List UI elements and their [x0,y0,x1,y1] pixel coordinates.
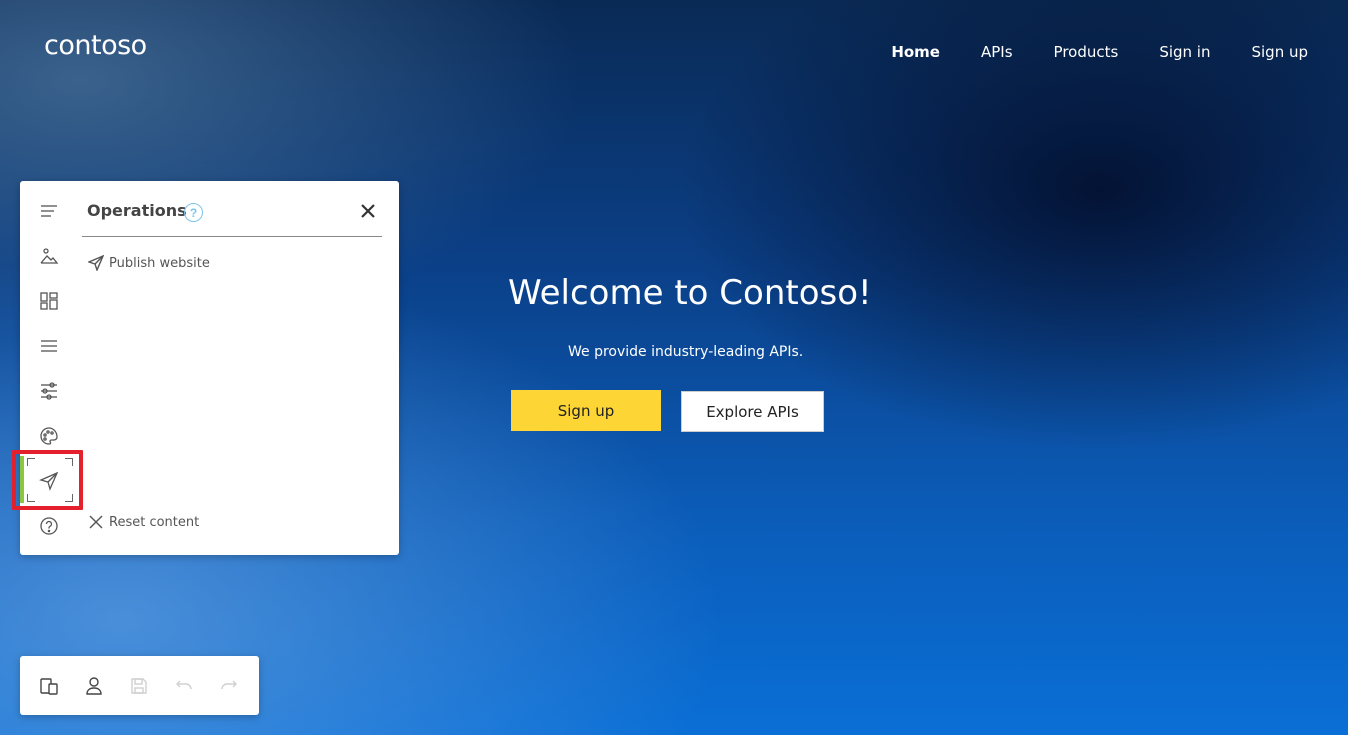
site-logo[interactable]: contoso [44,30,147,61]
publish-website-item[interactable]: Publish website [88,255,210,271]
image-icon[interactable] [39,246,59,266]
devices-icon[interactable] [39,676,59,696]
hero-title: Welcome to Contoso! [508,273,872,313]
save-icon[interactable] [129,676,149,696]
layout-icon[interactable] [39,291,59,311]
menu-icon[interactable] [39,336,59,356]
nav-sign-up[interactable]: Sign up [1251,43,1308,61]
explore-apis-button[interactable]: Explore APIs [681,391,824,432]
reset-content-item[interactable]: Reset content [88,514,199,530]
nav-apis[interactable]: APIs [981,43,1013,61]
panel-title: Operations [87,201,187,220]
bottom-toolbar [20,656,259,715]
panel-help-icon[interactable]: ? [184,203,203,222]
nav-sign-in[interactable]: Sign in [1159,43,1210,61]
close-panel-icon[interactable] [360,203,376,219]
sign-up-button[interactable]: Sign up [511,390,661,431]
user-icon[interactable] [84,676,104,696]
highlight-box [12,450,83,510]
panel-divider [82,236,382,237]
reset-content-label: Reset content [109,514,200,530]
undo-icon[interactable] [174,676,194,696]
nav-products[interactable]: Products [1054,43,1119,61]
publish-website-label: Publish website [109,255,210,271]
settings-sliders-icon[interactable] [39,381,59,401]
hero-subtitle: We provide industry-leading APIs. [568,344,804,360]
top-navigation: Home APIs Products Sign in Sign up [850,43,1308,61]
redo-icon[interactable] [219,676,239,696]
text-lines-icon[interactable] [39,201,59,221]
close-icon [89,515,103,529]
help-icon[interactable] [39,516,59,536]
send-icon [88,255,104,271]
nav-home[interactable]: Home [891,43,940,61]
palette-icon[interactable] [39,426,59,446]
